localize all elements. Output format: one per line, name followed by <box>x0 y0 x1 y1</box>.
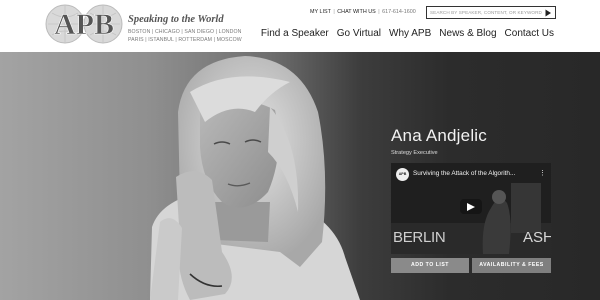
channel-logo[interactable]: APB <box>396 168 409 181</box>
logo-text: APB <box>54 8 114 41</box>
main-nav: Find a Speaker Go Virtual Why APB News &… <box>261 28 554 39</box>
cities-line-2: PARIS | ISTANBUL | ROTTERDAM | MOSCOW <box>128 37 242 43</box>
nav-contact-us[interactable]: Contact Us <box>505 28 554 39</box>
availability-fees-button[interactable]: AVAILABILITY & FEES <box>472 258 551 273</box>
speaker-name: Ana Andjelic <box>391 126 487 145</box>
nav-news-blog[interactable]: News & Blog <box>439 28 496 39</box>
kebab-menu-icon[interactable]: ⋮ <box>539 169 546 177</box>
apb-logo[interactable]: APB <box>44 3 124 45</box>
phone-number[interactable]: 617-614-1600 <box>382 9 416 15</box>
scene-text-left: BERLIN <box>393 229 446 246</box>
speaker-hero: Ana Andjelic Strategy Executive APB Surv… <box>0 52 600 300</box>
play-icon <box>467 202 475 211</box>
site-header: APB Speaking to the World BOSTON | CHICA… <box>0 0 600 52</box>
speaker-info: Ana Andjelic Strategy Executive <box>391 126 551 156</box>
utility-links: MY LIST | CHAT WITH US | 617-614-1600 <box>310 9 416 15</box>
separator: | <box>331 9 337 15</box>
add-to-list-button[interactable]: ADD TO LIST <box>391 258 469 273</box>
play-button[interactable] <box>460 199 482 214</box>
scene-text-right: ASHI <box>523 229 551 246</box>
search-input[interactable] <box>430 8 542 17</box>
search-submit-icon[interactable] <box>544 9 552 17</box>
cities-line-1: BOSTON | CHICAGO | SAN DIEGO | LONDON <box>128 29 242 35</box>
separator: | <box>376 9 382 15</box>
nav-go-virtual[interactable]: Go Virtual <box>337 28 381 39</box>
office-cities: BOSTON | CHICAGO | SAN DIEGO | LONDON PA… <box>128 28 242 44</box>
tagline: Speaking to the World <box>128 14 224 25</box>
nav-why-apb[interactable]: Why APB <box>389 28 431 39</box>
my-list-link[interactable]: MY LIST <box>310 9 331 15</box>
video-player[interactable]: APB Surviving the Attack of the Algorith… <box>391 163 551 254</box>
nav-find-a-speaker[interactable]: Find a Speaker <box>261 28 329 39</box>
chat-link[interactable]: CHAT WITH US <box>337 9 375 15</box>
speaker-title: Strategy Executive <box>391 150 438 156</box>
search-box <box>426 6 556 19</box>
video-title[interactable]: Surviving the Attack of the Algorith... <box>413 170 541 177</box>
